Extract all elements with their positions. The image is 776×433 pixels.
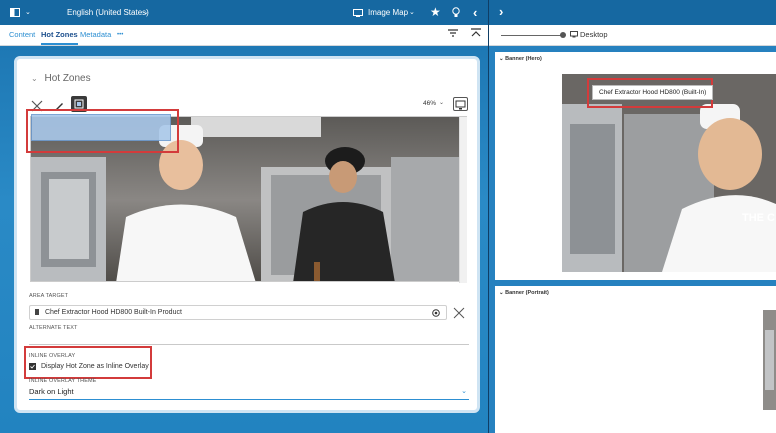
preview-toolbar: Desktop	[489, 25, 776, 46]
section-title: Hot Zones	[44, 73, 91, 84]
chevron-down-icon[interactable]: ⌄	[409, 0, 415, 25]
collapse-left-icon[interactable]: ‹	[473, 0, 477, 25]
tab-hot-zones[interactable]: Hot Zones	[41, 25, 78, 45]
alternate-text-label: ALTERNATE TEXT	[29, 325, 78, 331]
device-slider-track[interactable]	[501, 35, 563, 36]
theme-underline	[29, 399, 469, 400]
tab-more[interactable]: •••	[117, 25, 123, 45]
hot-zones-card: ⌄ Hot Zones 46% ⌄ AREA TARGET Chef Extra…	[14, 56, 480, 413]
language-selector[interactable]: English (United States)	[67, 0, 149, 25]
star-icon[interactable]: ★	[430, 0, 441, 25]
portrait-banner-title[interactable]: ⌄ Banner (Portrait)	[499, 290, 549, 296]
hero-banner-title[interactable]: ⌄ Banner (Hero)	[499, 56, 542, 62]
chevron-down-icon[interactable]: ⌄	[499, 290, 504, 296]
document-icon	[35, 309, 39, 316]
theme-value: Dark on Light	[29, 387, 74, 396]
desktop-icon	[570, 31, 578, 40]
chevron-down-icon[interactable]: ⌄	[439, 99, 444, 106]
fit-screen-icon[interactable]	[453, 97, 468, 111]
inline-overlay-checkbox-label: Display Hot Zone as Inline Overlay	[40, 363, 149, 371]
portrait-photo	[763, 310, 776, 410]
hot-zone-rect[interactable]	[31, 114, 171, 141]
alternate-text-underline	[29, 344, 469, 345]
image-map-icon[interactable]	[353, 0, 363, 25]
target-icon[interactable]	[432, 309, 440, 322]
app-root: ⌄ English (United States) ⌄ Image Map ⌄ …	[0, 0, 776, 433]
collapse-up-icon[interactable]	[470, 27, 482, 41]
editor-area: ⌄ Hot Zones 46% ⌄ AREA TARGET Chef Extra…	[0, 46, 489, 433]
theme-label: INLINE OVERLAY THEME	[29, 378, 97, 384]
tab-content[interactable]: Content	[9, 25, 35, 45]
area-target-value: Chef Extractor Hood HD800 Built-In Produ…	[44, 309, 182, 316]
chevron-down-icon[interactable]: ⌄	[499, 56, 504, 62]
chevron-down-icon[interactable]: ⌄	[31, 74, 38, 83]
checkbox-checked-icon[interactable]	[29, 363, 36, 370]
area-target-field[interactable]: Chef Extractor Hood HD800 Built-In Produ…	[29, 305, 447, 320]
panel-layout-icon[interactable]	[10, 0, 20, 25]
alternate-text-input[interactable]	[29, 333, 469, 343]
hero-banner-panel: ⌄ Banner (Hero) THE C Chef Extractor Hoo…	[495, 52, 776, 280]
section-header[interactable]: ⌄ Hot Zones	[31, 73, 91, 84]
theme-select[interactable]: Dark on Light ⌄	[29, 387, 469, 399]
zoom-level[interactable]: 46%	[423, 100, 436, 107]
hero-overlay-text: THE C	[742, 212, 775, 224]
view-mode-selector[interactable]: Image Map	[368, 0, 408, 25]
device-label: Desktop	[580, 30, 608, 39]
preview-pane: › Desktop ⌄ Banner (Hero) THE C Chef Ext…	[489, 0, 776, 433]
device-slider-handle[interactable]	[560, 32, 566, 38]
clear-icon[interactable]	[453, 306, 465, 324]
portrait-banner-image[interactable]	[763, 310, 776, 410]
area-target-label: AREA TARGET	[29, 293, 69, 299]
tab-metadata[interactable]: Metadata	[80, 25, 111, 45]
portrait-banner-label: Banner (Portrait)	[505, 290, 549, 296]
hero-banner-label: Banner (Hero)	[505, 56, 542, 62]
tab-bar: Content Hot Zones Metadata •••	[0, 25, 489, 46]
chevron-down-icon[interactable]: ⌄	[143, 0, 149, 25]
editor-top-bar: ⌄ English (United States) ⌄ Image Map ⌄ …	[0, 0, 489, 25]
hot-zone-tooltip: Chef Extractor Hood HD800 (Built-In)	[592, 85, 714, 100]
preview-top-bar: ›	[489, 0, 776, 25]
chevron-down-icon[interactable]: ⌄	[461, 387, 467, 395]
portrait-banner-panel: ⌄ Banner (Portrait)	[495, 286, 776, 433]
editor-pane: ⌄ English (United States) ⌄ Image Map ⌄ …	[0, 0, 489, 433]
image-scrollbar[interactable]	[459, 117, 467, 283]
expand-right-icon[interactable]: ›	[499, 4, 503, 19]
chevron-down-icon[interactable]: ⌄	[25, 0, 31, 25]
inline-overlay-label: INLINE OVERLAY	[29, 353, 76, 359]
filter-icon[interactable]	[447, 27, 459, 41]
inline-overlay-option[interactable]: Display Hot Zone as Inline Overlay	[29, 363, 149, 370]
lightbulb-icon[interactable]	[452, 0, 460, 25]
